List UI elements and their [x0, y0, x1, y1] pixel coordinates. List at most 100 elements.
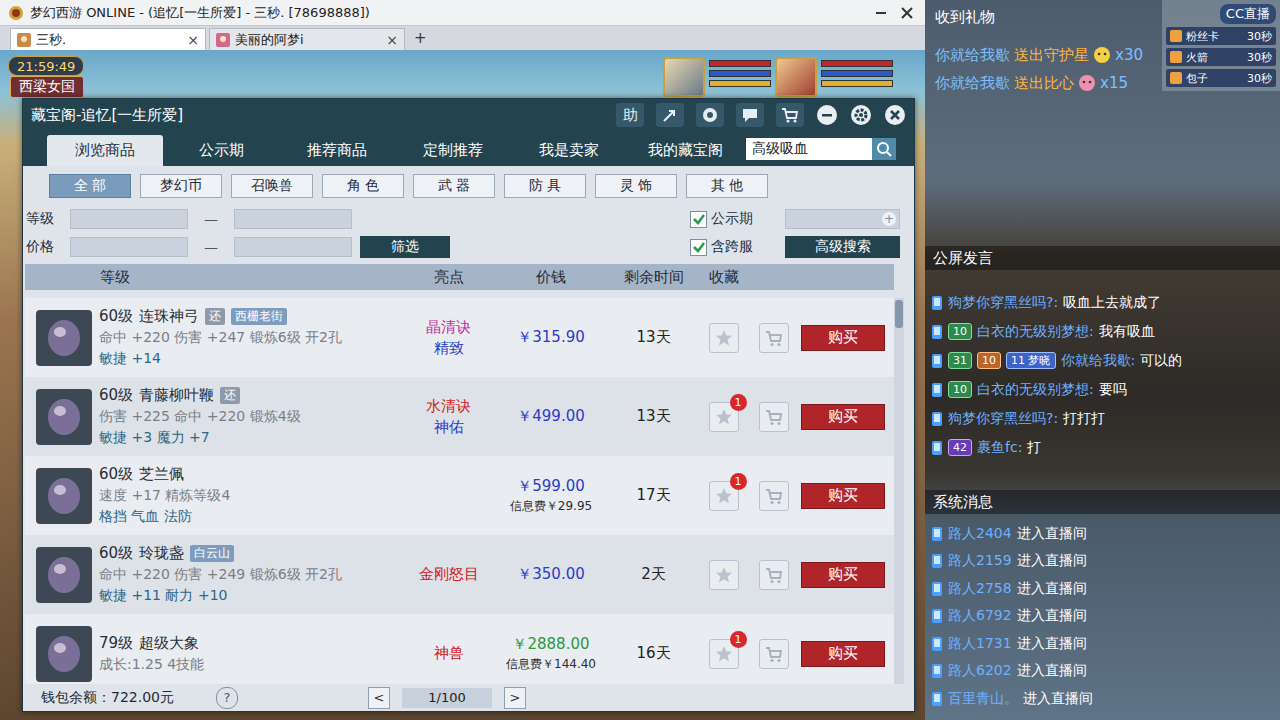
price-min-input[interactable]: [70, 237, 188, 257]
table-row[interactable]: 60级青藤柳叶鞭还伤害 +225 命中 +220 锻炼4级敏捷 +3 魔力 +7…: [25, 377, 894, 456]
advanced-search-button[interactable]: 高级搜索: [785, 236, 900, 258]
next-page-button[interactable]: >: [504, 687, 526, 709]
minimize-icon[interactable]: [871, 5, 891, 21]
page-indicator[interactable]: 1/100: [402, 688, 492, 708]
public-period-field[interactable]: +: [785, 209, 900, 229]
prev-page-button[interactable]: <: [368, 687, 390, 709]
table-row[interactable]: 60级玲珑盏白云山命中 +220 伤害 +249 锻炼6级 开2孔敏捷 +11 …: [25, 535, 894, 614]
user-name[interactable]: 路人2404: [948, 525, 1012, 543]
item-icon[interactable]: [35, 467, 93, 525]
item-name[interactable]: 青藤柳叶鞭: [139, 386, 214, 405]
category-button[interactable]: 召唤兽: [231, 174, 313, 198]
tab-close-button[interactable]: ×: [386, 32, 398, 48]
user-name[interactable]: 你就给我歇: [935, 74, 1010, 93]
dialog-tab[interactable]: 推荐商品: [279, 135, 395, 166]
category-button[interactable]: 武 器: [413, 174, 495, 198]
dialog-tab[interactable]: 公示期: [163, 135, 279, 166]
user-name[interactable]: 白衣的无级别梦想:: [977, 323, 1094, 341]
item-name[interactable]: 连珠神弓: [139, 307, 199, 326]
add-to-cart-button[interactable]: [759, 402, 789, 432]
user-name[interactable]: 狗梦你穿黑丝吗?:: [948, 294, 1058, 312]
gift-item[interactable]: 粉丝卡30秒: [1166, 27, 1276, 45]
item-icon[interactable]: [35, 625, 93, 683]
scrollbar[interactable]: [894, 298, 904, 684]
help-button[interactable]: 助: [616, 103, 644, 127]
minimize-icon[interactable]: [816, 104, 838, 126]
favorite-button[interactable]: [709, 323, 739, 353]
favorite-button[interactable]: 1: [709, 402, 739, 432]
item-icon[interactable]: [35, 388, 93, 446]
item-name[interactable]: 玲珑盏: [139, 544, 184, 563]
scrollbar-thumb[interactable]: [895, 300, 903, 328]
help-button[interactable]: ?: [216, 687, 238, 709]
item-icon[interactable]: [35, 546, 93, 604]
buy-button[interactable]: 购买: [801, 325, 885, 351]
pet-avatar[interactable]: [663, 57, 705, 97]
user-name[interactable]: 你就给我歇: [935, 46, 1010, 65]
favorite-button[interactable]: 1: [709, 481, 739, 511]
category-button[interactable]: 全 部: [49, 174, 131, 198]
gift-item[interactable]: 火箭30秒: [1166, 48, 1276, 66]
tab-close-button[interactable]: ×: [187, 32, 199, 48]
user-name[interactable]: 白衣的无级别梦想:: [977, 381, 1094, 399]
user-name[interactable]: 路人6202: [948, 662, 1012, 680]
close-icon[interactable]: [884, 104, 906, 126]
user-name[interactable]: 路人1731: [948, 635, 1012, 653]
table-row[interactable]: 79级超级大象成长:1.25 4技能神兽￥2888.00信息费￥144.4016…: [25, 614, 894, 684]
item-icon[interactable]: [35, 309, 93, 367]
category-button[interactable]: 梦幻币: [140, 174, 222, 198]
add-to-cart-button[interactable]: [759, 323, 789, 353]
user-name[interactable]: 狗梦你穿黑丝吗?:: [948, 410, 1058, 428]
level-max-input[interactable]: [234, 209, 352, 229]
browser-tab[interactable]: 三秒.×: [10, 28, 206, 50]
table-row[interactable]: 60级连珠神弓还西栅老街命中 +220 伤害 +247 锻炼6级 开2孔敏捷 +…: [25, 298, 894, 377]
add-button[interactable]: +: [882, 212, 896, 226]
checkbox-label[interactable]: 公示期: [711, 210, 781, 228]
buy-button[interactable]: 购买: [801, 483, 885, 509]
buy-button[interactable]: 购买: [801, 404, 885, 430]
search-field[interactable]: 高级吸血: [746, 138, 896, 160]
dialog-tab[interactable]: 浏览商品: [47, 135, 163, 166]
favorite-button[interactable]: 1: [709, 639, 739, 669]
gift-item[interactable]: 包子30秒: [1166, 69, 1276, 87]
category-button[interactable]: 防 具: [504, 174, 586, 198]
cart-button[interactable]: [776, 103, 804, 127]
add-to-cart-button[interactable]: [759, 639, 789, 669]
checkbox[interactable]: [690, 211, 707, 228]
user-name[interactable]: 路人6792: [948, 607, 1012, 625]
message-button[interactable]: [736, 103, 764, 127]
buy-button[interactable]: 购买: [801, 641, 885, 667]
item-name[interactable]: 芝兰佩: [139, 465, 184, 484]
dialog-tab[interactable]: 我是卖家: [511, 135, 627, 166]
search-icon[interactable]: [872, 138, 896, 160]
share-button[interactable]: [656, 103, 684, 127]
user-name[interactable]: 路人2159: [948, 552, 1012, 570]
gear-icon[interactable]: [850, 104, 872, 126]
table-row[interactable]: 60级芝兰佩速度 +17 精炼等级4格挡 气血 法防￥599.00信息费￥29.…: [25, 456, 894, 535]
new-tab-button[interactable]: +: [408, 29, 433, 47]
dialog-tab[interactable]: 我的藏宝阁: [627, 135, 743, 166]
filter-button[interactable]: 筛选: [360, 236, 450, 258]
price-max-input[interactable]: [234, 237, 352, 257]
checkbox-label[interactable]: 含跨服: [711, 238, 781, 256]
user-name[interactable]: 百里青山。: [948, 690, 1018, 708]
character-avatar[interactable]: [775, 57, 817, 97]
category-button[interactable]: 灵 饰: [595, 174, 677, 198]
checkbox[interactable]: [690, 239, 707, 256]
map-location[interactable]: 西梁女国: [10, 76, 84, 98]
dialog-tab[interactable]: 定制推荐: [395, 135, 511, 166]
buy-button[interactable]: 购买: [801, 562, 885, 588]
browser-tab[interactable]: 美丽的阿梦i×: [209, 28, 405, 50]
user-name[interactable]: 裹鱼fc:: [977, 439, 1022, 457]
category-button[interactable]: 角 色: [322, 174, 404, 198]
level-min-input[interactable]: [70, 209, 188, 229]
category-button[interactable]: 其 他: [686, 174, 768, 198]
record-button[interactable]: [696, 103, 724, 127]
user-name[interactable]: 你就给我歇:: [1061, 352, 1136, 370]
add-to-cart-button[interactable]: [759, 481, 789, 511]
user-name[interactable]: 路人2758: [948, 580, 1012, 598]
add-to-cart-button[interactable]: [759, 560, 789, 590]
item-name[interactable]: 超级大象: [139, 634, 199, 653]
close-icon[interactable]: [897, 5, 917, 21]
favorite-button[interactable]: [709, 560, 739, 590]
